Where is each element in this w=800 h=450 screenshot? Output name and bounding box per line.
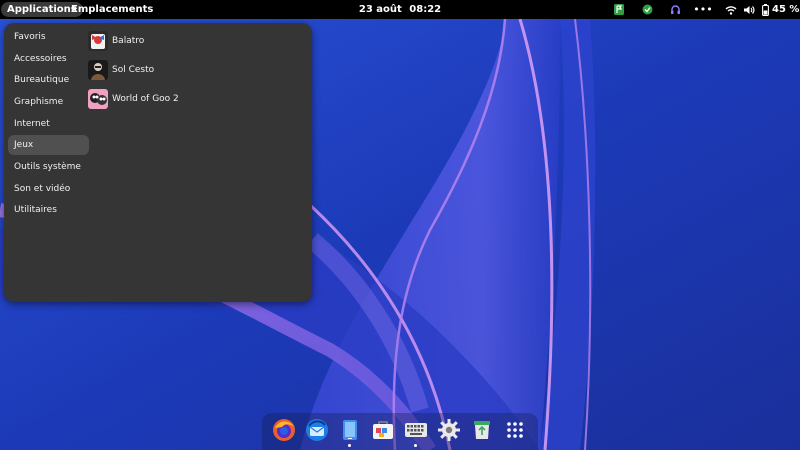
running-indicator bbox=[414, 444, 417, 447]
trash-recycle-icon[interactable] bbox=[470, 418, 494, 442]
balatro-icon bbox=[88, 31, 108, 51]
shield-check-icon[interactable] bbox=[640, 3, 654, 16]
category-internet[interactable]: Internet bbox=[8, 114, 89, 134]
firefox-icon[interactable] bbox=[272, 418, 296, 442]
clock-time: 08:22 bbox=[409, 4, 442, 15]
category-son-et-video[interactable]: Son et vidéo bbox=[8, 179, 89, 199]
world-of-goo-2-icon bbox=[88, 89, 108, 109]
battery-percentage[interactable]: 45 % bbox=[772, 2, 799, 17]
volume-icon[interactable] bbox=[742, 3, 756, 16]
app-label: Balatro bbox=[112, 36, 145, 46]
flag-icon[interactable] bbox=[612, 3, 626, 16]
sol-cesto-icon bbox=[88, 60, 108, 80]
category-accessoires[interactable]: Accessoires bbox=[8, 49, 89, 69]
top-bar: Applications Emplacements 23 août 08:22 … bbox=[0, 0, 800, 19]
category-outils-systeme[interactable]: Outils système bbox=[8, 157, 89, 177]
tablet-app-icon[interactable] bbox=[338, 418, 362, 442]
clock-date: 23 août bbox=[358, 4, 402, 15]
places-menu-button[interactable]: Emplacements bbox=[65, 2, 159, 17]
app-item-world-of-goo-2[interactable]: World of Goo 2 bbox=[88, 88, 179, 110]
app-label: World of Goo 2 bbox=[112, 94, 179, 104]
category-favoris[interactable]: Favoris bbox=[8, 27, 89, 47]
more-dots-icon[interactable]: ••• bbox=[693, 3, 712, 16]
app-label: Sol Cesto bbox=[112, 65, 155, 75]
headset-icon[interactable] bbox=[668, 3, 682, 16]
app-item-balatro[interactable]: Balatro bbox=[88, 30, 144, 52]
category-bureautique[interactable]: Bureautique bbox=[8, 70, 89, 90]
dock bbox=[262, 413, 538, 450]
applications-menu-popup: Favoris Accessoires Bureautique Graphism… bbox=[4, 23, 312, 302]
category-graphisme[interactable]: Graphisme bbox=[8, 92, 89, 112]
running-indicator bbox=[348, 444, 351, 447]
settings-gear-icon[interactable] bbox=[437, 418, 461, 442]
app-item-sol-cesto[interactable]: Sol Cesto bbox=[88, 59, 154, 81]
category-utilitaires[interactable]: Utilitaires bbox=[8, 200, 89, 220]
battery-icon[interactable] bbox=[760, 3, 770, 16]
desktop: Applications Emplacements 23 août 08:22 … bbox=[0, 0, 800, 450]
software-store-icon[interactable] bbox=[371, 418, 395, 442]
clock[interactable]: 23 août 08:22 bbox=[350, 2, 450, 17]
keyboard-app-icon[interactable] bbox=[404, 418, 428, 442]
category-jeux[interactable]: Jeux bbox=[8, 135, 89, 155]
thunderbird-icon[interactable] bbox=[305, 418, 329, 442]
wifi-icon[interactable] bbox=[724, 3, 738, 16]
app-grid-icon[interactable] bbox=[503, 418, 527, 442]
